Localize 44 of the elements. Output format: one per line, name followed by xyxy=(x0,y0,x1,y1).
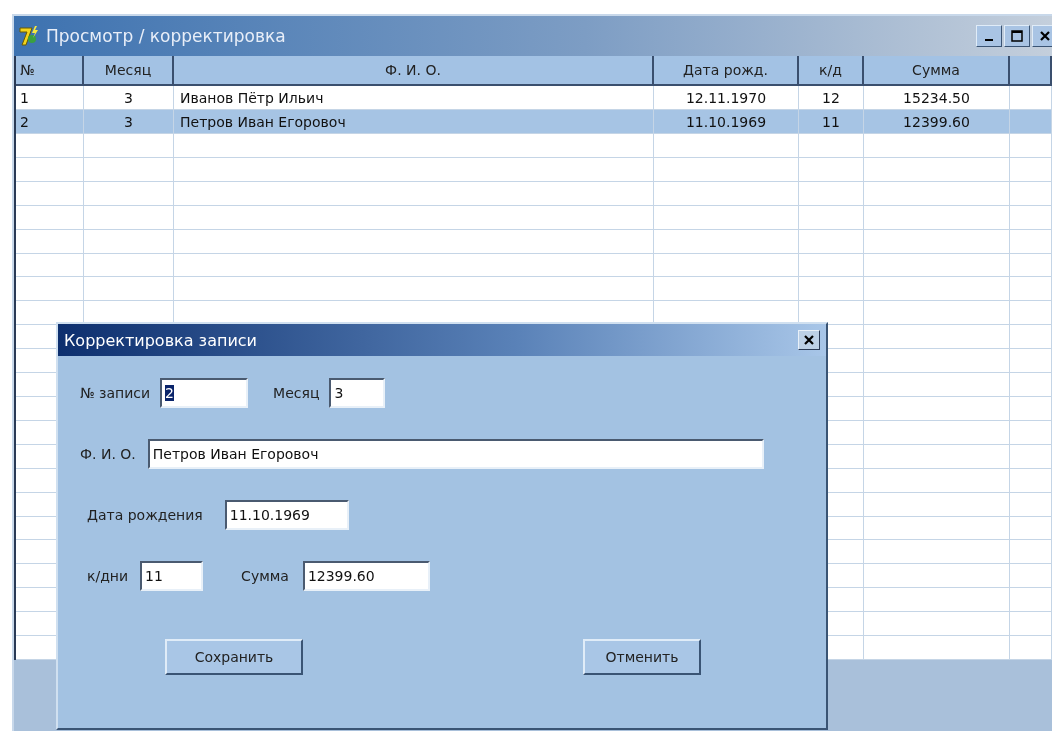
field-label: к/дни xyxy=(87,568,129,584)
input-field[interactable]: 3 xyxy=(329,378,386,408)
input-field[interactable]: Петров Иван Егоровоч xyxy=(147,439,764,469)
input-field[interactable]: 2 xyxy=(160,378,249,408)
close-button[interactable] xyxy=(1032,25,1052,47)
column-header[interactable]: Сумма xyxy=(864,56,1010,85)
table-cell: 12.11.1970 xyxy=(654,86,799,110)
table-cell: 15234.50 xyxy=(864,86,1010,110)
input-field[interactable]: 12399.60 xyxy=(302,561,430,591)
field-label: № записи xyxy=(80,385,151,401)
close-icon xyxy=(1039,30,1051,42)
minimize-icon xyxy=(985,39,993,41)
table-cell: 3 xyxy=(84,110,174,133)
table-cell: 12399.60 xyxy=(864,110,1010,133)
input-field[interactable]: 11.10.1969 xyxy=(224,500,349,530)
column-header[interactable]: Дата рожд. xyxy=(654,56,799,85)
table-cell: 2 xyxy=(16,110,84,133)
column-header[interactable]: № xyxy=(16,56,84,85)
column-header[interactable]: Ф. И. О. xyxy=(174,56,654,85)
field-label: Ф. И. О. xyxy=(80,446,136,462)
table-cell: 12 xyxy=(799,86,864,110)
table-cell: 1 xyxy=(16,86,84,110)
cancel-button[interactable]: Отменить xyxy=(583,639,701,675)
app-icon xyxy=(18,25,40,47)
input-field[interactable]: 11 xyxy=(140,561,204,591)
maximize-button[interactable] xyxy=(1004,25,1030,47)
field-label: Дата рождения xyxy=(87,507,203,523)
table-cell: Иванов Пётр Ильич xyxy=(174,86,654,110)
column-header[interactable]: Месяц xyxy=(84,56,174,85)
table-cell: 11 xyxy=(799,110,864,133)
save-button[interactable]: Сохранить xyxy=(165,639,303,675)
dialog-title: Корректировка записи xyxy=(64,330,257,350)
table-row[interactable]: 2 3 Петров Иван Егоровоч 11.10.1969 11 12399.60 xyxy=(16,110,1052,134)
table-cell: Петров Иван Егоровоч xyxy=(174,110,654,133)
close-button[interactable] xyxy=(798,330,820,350)
table-cell: 11.10.1969 xyxy=(654,110,799,133)
field-label: Сумма xyxy=(241,568,289,584)
close-icon xyxy=(803,334,815,346)
window-title: Просмотр / корректировка xyxy=(46,26,286,46)
table-cell: 3 xyxy=(84,86,174,110)
minimize-button[interactable] xyxy=(976,25,1002,47)
column-header[interactable]: к/д xyxy=(799,56,864,85)
maximize-icon xyxy=(1011,30,1023,42)
field-label: Месяц xyxy=(273,385,320,401)
